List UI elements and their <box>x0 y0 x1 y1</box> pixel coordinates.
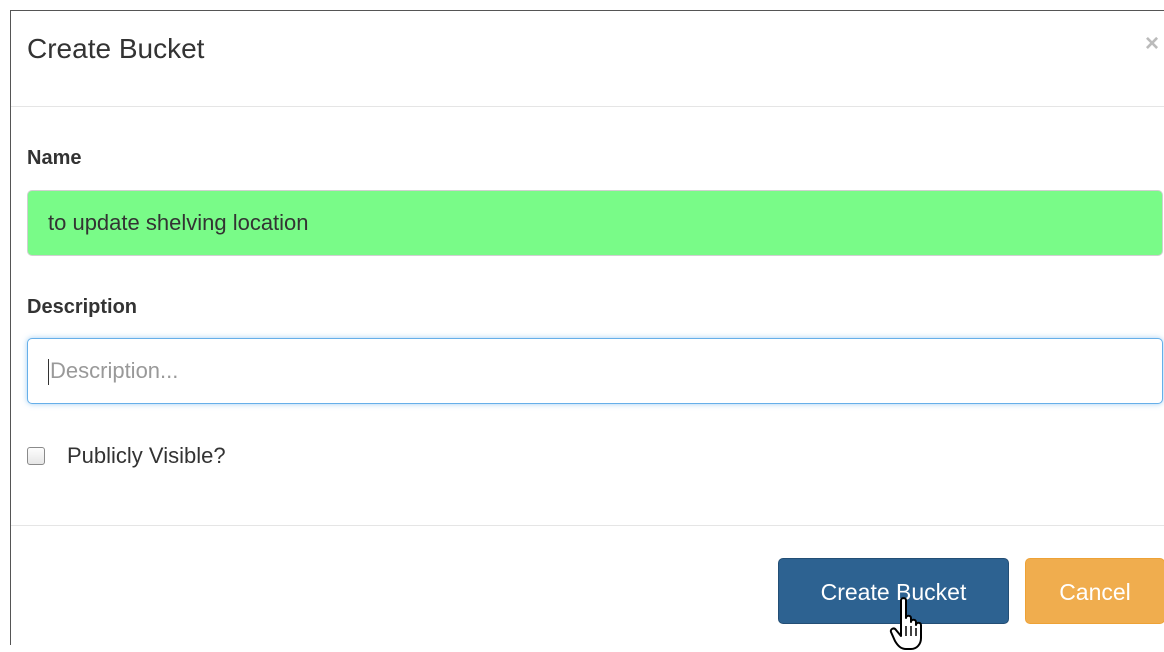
footer-divider <box>11 525 1164 526</box>
text-caret <box>48 359 49 386</box>
description-label: Description <box>27 296 138 318</box>
modal-header: Create Bucket × <box>11 11 1164 107</box>
name-input[interactable]: to update shelving location <box>27 190 1163 256</box>
public-visibility-label[interactable]: Publicly Visible? <box>67 443 226 469</box>
cancel-button[interactable]: Cancel <box>1025 558 1164 624</box>
public-visibility-row: Publicly Visible? <box>27 441 226 471</box>
description-input[interactable]: Description... <box>27 338 1163 404</box>
close-icon[interactable]: × <box>1140 29 1164 59</box>
create-bucket-modal: Create Bucket × Name to update shelving … <box>10 10 1164 650</box>
hand-pointer-icon <box>889 597 922 650</box>
name-label: Name <box>27 147 82 169</box>
description-placeholder: Description... <box>50 358 179 383</box>
public-visibility-checkbox[interactable] <box>27 447 45 465</box>
modal-title: Create Bucket <box>27 33 205 64</box>
